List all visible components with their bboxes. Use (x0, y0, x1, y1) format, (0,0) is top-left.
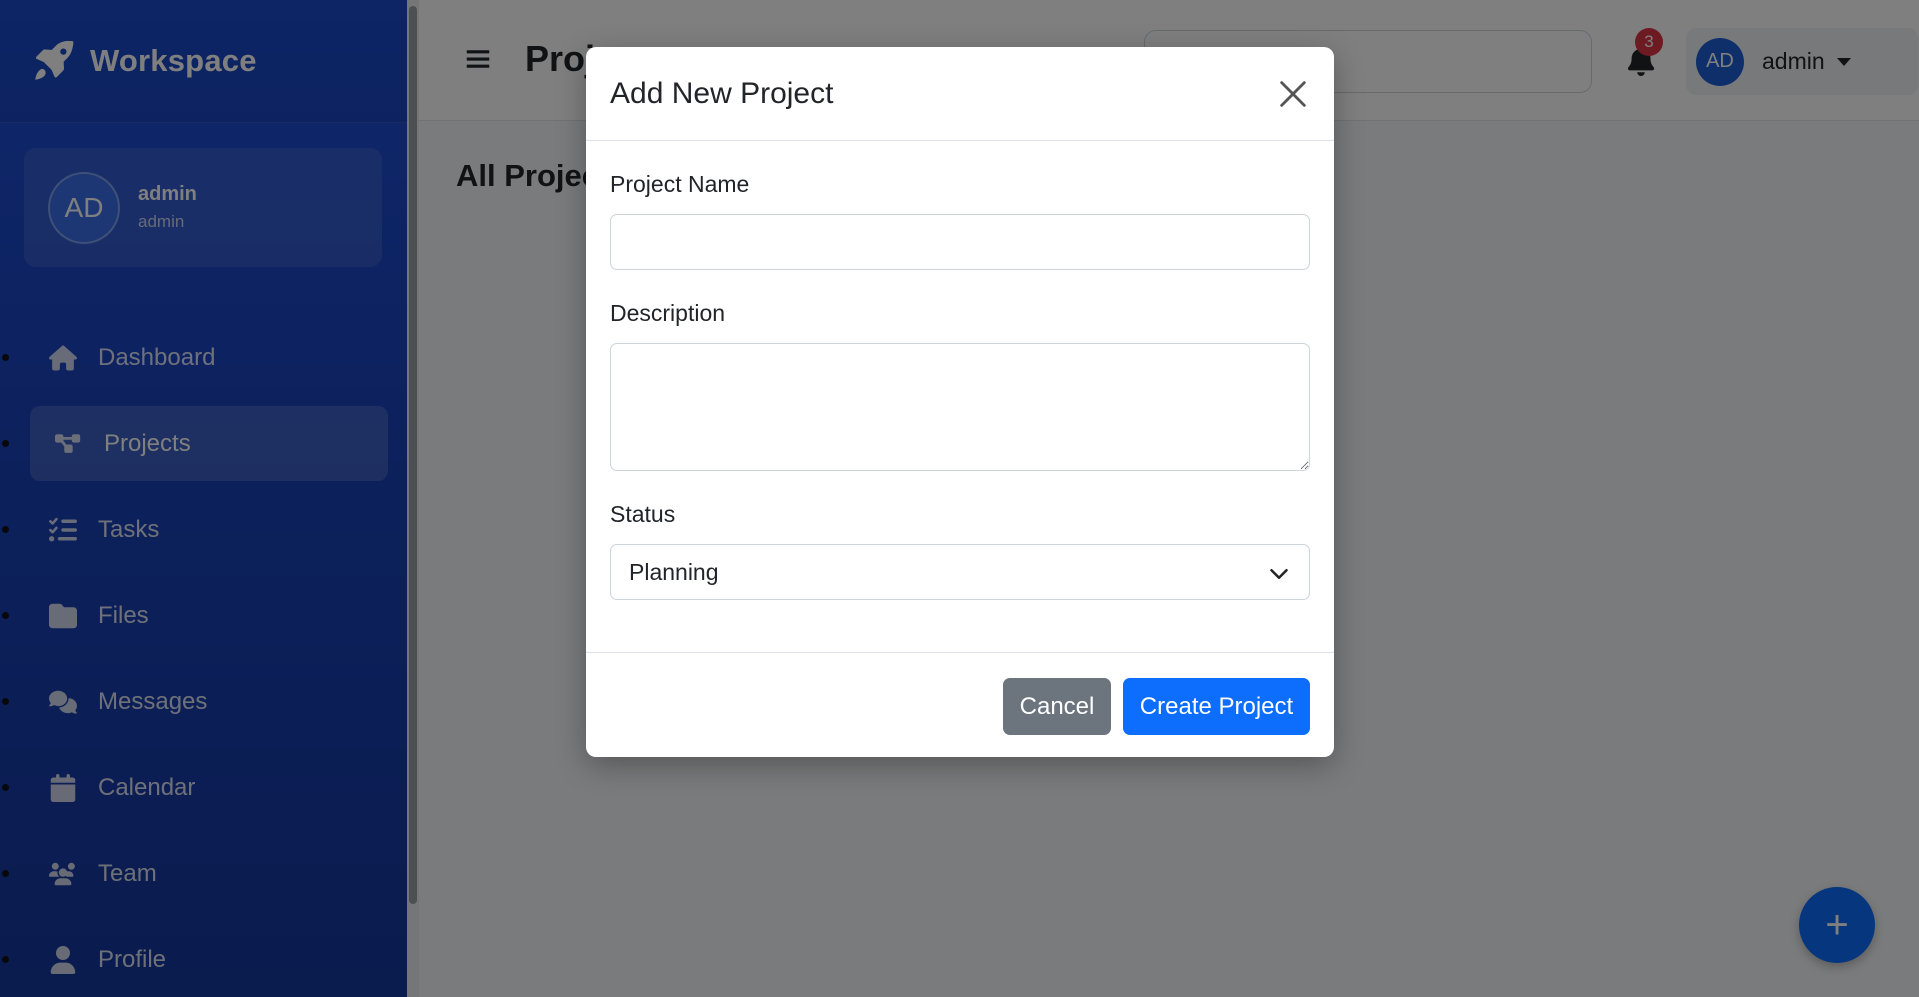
cancel-button[interactable]: Cancel (1003, 678, 1111, 735)
modal-title: Add New Project (610, 76, 834, 110)
description-textarea[interactable] (610, 343, 1310, 471)
create-project-button[interactable]: Create Project (1123, 678, 1310, 735)
status-label: Status (610, 501, 676, 527)
chevron-down-icon (1270, 569, 1288, 579)
modal-footer: Cancel Create Project (586, 652, 1334, 757)
close-icon[interactable] (1276, 77, 1310, 111)
description-label: Description (610, 300, 726, 326)
project-name-label: Project Name (610, 171, 750, 197)
status-select[interactable]: Planning (610, 544, 1310, 600)
modal-header: Add New Project (586, 47, 1334, 141)
add-project-modal: Add New Project Project Name Description… (586, 47, 1334, 757)
modal-body: Project Name Description Status Planning (586, 171, 1334, 600)
status-selected-value: Planning (629, 558, 719, 585)
project-name-input[interactable] (610, 214, 1310, 270)
